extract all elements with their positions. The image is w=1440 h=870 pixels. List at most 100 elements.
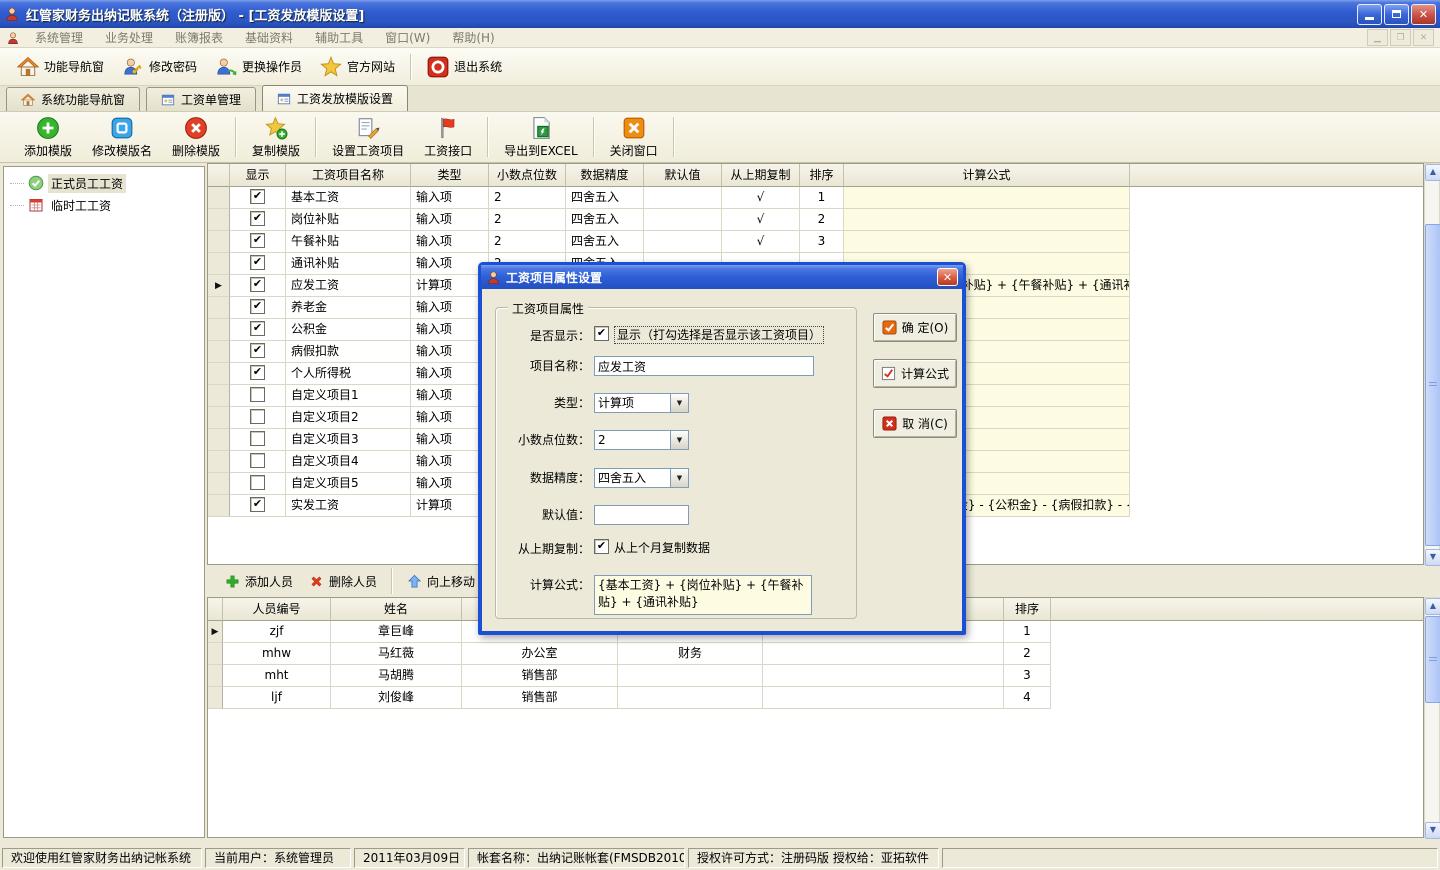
row-display-checkbox[interactable]: ✔ [250, 255, 265, 270]
minimize-button[interactable] [1357, 4, 1382, 25]
toolbar-separator [593, 117, 595, 157]
delete-person-button[interactable]: 删除人员 [301, 570, 385, 593]
mdi-close-button[interactable]: ✕ [1413, 29, 1434, 46]
column-header[interactable]: 姓名 [331, 598, 462, 621]
scroll-thumb[interactable] [1425, 224, 1440, 546]
column-header[interactable]: 默认值 [644, 164, 722, 187]
row-display-checkbox[interactable] [250, 431, 265, 446]
table-row[interactable]: mhw马红薇办公室财务2 [208, 643, 1423, 665]
column-header[interactable]: 工资项目名称 [286, 164, 411, 187]
decimals-select[interactable]: 2 ▼ [594, 430, 689, 450]
tree-item[interactable]: 正式员工工资 [4, 172, 204, 194]
table-row[interactable]: ✔午餐补贴输入项2四舍五入√3 [208, 231, 1423, 253]
menu-item[interactable]: 业务处理 [94, 29, 164, 47]
menu-item[interactable]: 辅助工具 [304, 29, 374, 47]
menu-item[interactable]: 账簿报表 [164, 29, 234, 47]
tree-item[interactable]: 临时工工资 [4, 194, 204, 216]
show-checkbox-label[interactable]: 显示（打勾选择是否显示该工资项目） [614, 326, 824, 344]
row-display-checkbox[interactable]: ✔ [250, 497, 265, 512]
column-header[interactable] [208, 598, 223, 621]
nav-window-button[interactable]: 功能导航窗 [8, 53, 113, 81]
column-header[interactable]: 类型 [411, 164, 489, 187]
salary-grid-scrollbar[interactable]: ▲▼ [1424, 163, 1440, 565]
row-display-checkbox[interactable]: ✔ [250, 189, 265, 204]
exit-system-button[interactable]: 退出系统 [418, 53, 511, 81]
column-header[interactable]: 计算公式 [844, 164, 1130, 187]
dialog-close-button[interactable]: ✕ [937, 268, 958, 286]
set-salary-items-button[interactable]: 设置工资项目 [322, 114, 414, 161]
column-header[interactable]: 排序 [1004, 598, 1051, 621]
rename-template-button[interactable]: 修改模版名 [82, 114, 162, 161]
people-grid-scrollbar[interactable]: ▲▼ [1424, 597, 1440, 838]
copy-template-button[interactable]: 复制模版 [242, 114, 310, 161]
row-display-checkbox[interactable] [250, 453, 265, 468]
move-up-button[interactable]: 向上移动 [399, 570, 483, 593]
chevron-down-icon[interactable]: ▼ [670, 469, 688, 487]
column-header[interactable]: 小数点位数 [489, 164, 566, 187]
formula-textarea[interactable]: {基本工资} + {岗位补贴} + {午餐补贴} + {通讯补贴} [594, 575, 812, 615]
tab-salary-template[interactable]: 工资发放模版设置 [262, 85, 408, 111]
chevron-down-icon[interactable]: ▼ [670, 394, 688, 412]
scroll-up-arrow[interactable]: ▲ [1425, 164, 1440, 181]
tab-system-nav[interactable]: 系统功能导航窗 [6, 87, 140, 111]
chevron-down-icon[interactable]: ▼ [670, 431, 688, 449]
copy-prev-checkbox-label[interactable]: 从上个月复制数据 [614, 539, 710, 556]
table-row[interactable]: ljf刘俊峰销售部4 [208, 687, 1423, 709]
tab-salary-sheet[interactable]: 工资单管理 [146, 87, 256, 111]
menu-item[interactable]: 窗口(W) [374, 29, 441, 47]
scroll-down-arrow[interactable]: ▼ [1425, 549, 1440, 566]
add-template-button[interactable]: 添加模版 [14, 114, 82, 161]
row-display-checkbox[interactable]: ✔ [250, 365, 265, 380]
row-display-checkbox[interactable]: ✔ [250, 299, 265, 314]
row-display-checkbox[interactable]: ✔ [250, 233, 265, 248]
table-row[interactable]: ✔岗位补贴输入项2四舍五入√2 [208, 209, 1423, 231]
export-excel-button[interactable]: 导出到EXCEL [494, 114, 588, 161]
row-display-checkbox[interactable] [250, 409, 265, 424]
ok-button[interactable]: 确 定(O) [873, 313, 957, 342]
menu-item[interactable]: 系统管理 [24, 29, 94, 47]
copy-prev-checkbox[interactable]: ✔ [594, 539, 609, 554]
menu-item[interactable]: 帮助(H) [441, 29, 505, 47]
precision-select[interactable]: 四舍五入 ▼ [594, 468, 689, 488]
column-header[interactable]: 数据精度 [566, 164, 644, 187]
table-row[interactable]: mht马胡腾销售部3 [208, 665, 1423, 687]
row-display-checkbox[interactable]: ✔ [250, 321, 265, 336]
scroll-down-arrow[interactable]: ▼ [1425, 822, 1440, 839]
column-header[interactable]: 从上期复制 [722, 164, 800, 187]
official-website-button[interactable]: 官方网站 [311, 53, 404, 81]
column-header[interactable]: 排序 [800, 164, 844, 187]
change-password-button[interactable]: 修改密码 [113, 53, 206, 81]
formula-button[interactable]: 计算公式 [873, 359, 957, 388]
row-display-checkbox[interactable]: ✔ [250, 277, 265, 292]
mdi-minimize-button[interactable]: ▁ [1367, 29, 1388, 46]
row-display-checkbox[interactable] [250, 387, 265, 402]
restore-button[interactable] [1384, 4, 1409, 25]
table-cell: 输入项 [411, 231, 489, 253]
table-row[interactable]: ✔基本工资输入项2四舍五入√1 [208, 187, 1423, 209]
switch-operator-button[interactable]: 更换操作员 [206, 53, 311, 81]
row-display-checkbox[interactable] [250, 475, 265, 490]
column-header[interactable] [208, 164, 230, 187]
delete-template-button[interactable]: 删除模版 [162, 114, 230, 161]
default-value-input[interactable] [594, 505, 689, 525]
menu-item[interactable]: 基础资料 [234, 29, 304, 47]
toolbar-separator [410, 54, 412, 80]
row-indicator-cell [208, 473, 230, 495]
mdi-restore-button[interactable]: ❐ [1390, 29, 1411, 46]
show-checkbox[interactable]: ✔ [594, 326, 609, 341]
scroll-thumb[interactable] [1425, 616, 1440, 703]
column-header[interactable]: 人员编号 [223, 598, 331, 621]
close-button[interactable]: ✕ [1411, 4, 1436, 25]
scroll-up-arrow[interactable]: ▲ [1425, 598, 1440, 615]
item-name-input[interactable] [594, 356, 814, 376]
salary-interface-button[interactable]: 工资接口 [414, 114, 482, 161]
row-display-checkbox[interactable]: ✔ [250, 211, 265, 226]
table-cell: 销售部 [462, 687, 618, 709]
row-display-checkbox[interactable]: ✔ [250, 343, 265, 358]
add-person-button[interactable]: 添加人员 [217, 570, 301, 593]
close-window-button[interactable]: 关闭窗口 [600, 114, 668, 161]
add-template-button-label: 添加模版 [24, 142, 72, 159]
cancel-button[interactable]: 取 消(C) [873, 409, 957, 438]
column-header[interactable]: 显示 [230, 164, 286, 187]
type-select[interactable]: 计算项 ▼ [594, 393, 689, 413]
